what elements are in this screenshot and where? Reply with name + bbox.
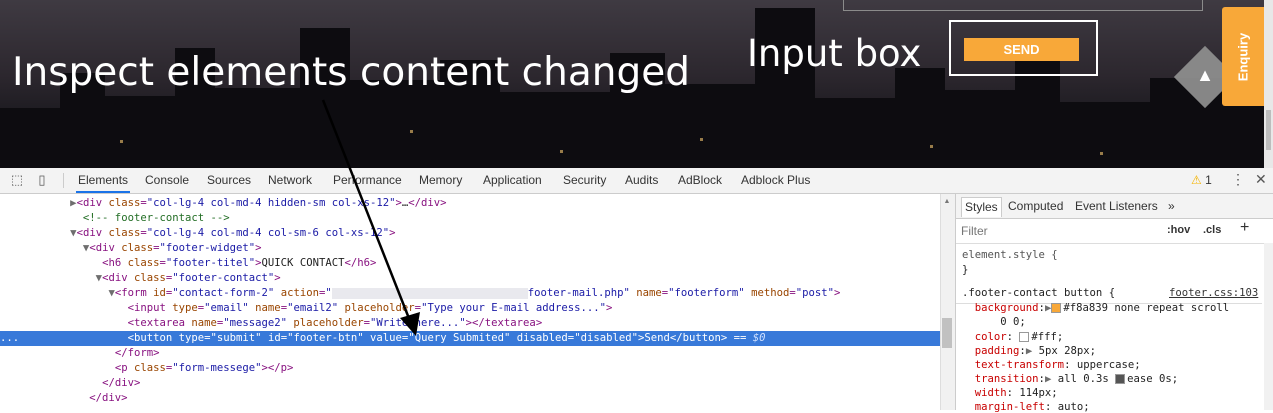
tab-elements[interactable]: Elements [76,168,131,193]
lit-window [930,145,933,148]
skyline-building [895,68,945,168]
styles-scrollbar[interactable] [1264,243,1273,410]
css-property[interactable]: background:▶ #f8a839 none repeat scroll [962,302,1229,314]
skyline-building [105,96,175,168]
skyline-building [0,108,60,168]
dom-node[interactable]: ▼<form id="contact-form-2" action=" foote… [0,286,940,301]
add-rule-icon[interactable]: + [1240,219,1249,237]
chevron-up-icon[interactable]: ▲ [1194,62,1216,88]
dom-node[interactable]: </form> [0,346,940,361]
skyline-building [665,84,755,168]
css-property[interactable]: color: #fff; [962,331,1064,343]
tab-console[interactable]: Console [143,168,191,193]
color-swatch[interactable] [1019,332,1030,342]
skyline-building [1060,102,1150,168]
styles-filter-input[interactable] [961,224,1111,238]
more-tabs-icon[interactable]: » [1165,197,1178,216]
device-toggle-icon[interactable]: ▯ [35,173,49,187]
tab-adblock-plus[interactable]: Adblock Plus [739,168,812,193]
styles-pane: Styles Computed Event Listeners » :hov .… [955,194,1273,413]
more-options-icon[interactable]: ⋮ [1231,171,1245,188]
dom-node[interactable]: </div> [0,376,940,391]
tab-computed[interactable]: Computed [1005,197,1066,216]
dom-tree-scrollbar[interactable] [940,194,955,410]
message-textarea[interactable] [843,0,1203,11]
css-property[interactable]: width: 114px; [962,387,1058,399]
styles-tabbar: Styles Computed Event Listeners » [956,194,1273,219]
dom-node[interactable]: ▼<div class="col-lg-4 col-md-4 col-sm-6 … [0,226,940,241]
dom-node[interactable]: <input type="email" name="email2" placeh… [0,301,940,316]
easing-icon[interactable] [1115,374,1126,384]
dom-node[interactable]: ▶<div class="col-lg-4 col-md-4 hidden-sm… [0,196,940,211]
dom-node[interactable]: ▼<div class="footer-contact"> [0,271,940,286]
skyline-building [815,98,895,168]
dom-node[interactable]: </div> [0,391,940,406]
color-swatch[interactable] [1051,303,1062,313]
dom-comment[interactable]: <!-- footer-contact --> [0,211,940,226]
rule-selector[interactable]: .footer-contact button { [962,287,1115,299]
rule-source-link[interactable]: footer.css:103 [1169,287,1258,299]
lit-window [560,150,563,153]
enquiry-tab-label: Enquiry [1235,32,1251,82]
scroll-up-icon[interactable]: ▲ [942,198,952,205]
skyline-building [945,90,1015,168]
css-property[interactable]: text-transform: uppercase; [962,359,1141,371]
dom-tree[interactable]: ▶<div class="col-lg-4 col-md-4 hidden-sm… [0,194,940,410]
lit-window [120,140,123,143]
dom-node[interactable]: ▼<div class="footer-widget"> [0,241,940,256]
tab-audits[interactable]: Audits [623,168,660,193]
warning-indicator[interactable]: ⚠ 1 [1191,173,1212,187]
lit-window [700,138,703,141]
css-property[interactable]: transition:▶ all 0.3s ease 0s; [962,373,1178,385]
selected-node-ellipsis: ... [0,332,20,344]
dom-tree-scrollbar-thumb[interactable] [942,318,952,348]
toolbar-divider [63,173,64,188]
close-icon[interactable]: ✕ [1255,171,1267,188]
class-toggle[interactable]: .cls [1203,224,1221,236]
tab-performance[interactable]: Performance [331,168,404,193]
enquiry-tab[interactable]: Enquiry [1222,7,1264,106]
tab-security[interactable]: Security [561,168,608,193]
warning-count: 1 [1205,173,1212,187]
dom-node[interactable]: <p class="form-messege"></p> [0,361,940,376]
website-viewport: SEND Inspect elements content changed In… [0,0,1273,168]
css-property[interactable]: padding:▶ 5px 28px; [962,345,1096,357]
element-style-close: } [962,264,969,276]
tab-event-listeners[interactable]: Event Listeners [1072,197,1161,216]
skyline-building [300,28,350,168]
devtools-panel: ⬚ ▯ Elements Console Sources Network Per… [0,168,1273,413]
page-scrollbar-thumb[interactable] [1266,110,1271,150]
redacted-url [331,287,528,299]
send-button[interactable]: SEND [964,38,1079,61]
warning-icon: ⚠ [1191,173,1202,187]
styles-filter-row: :hov .cls + [956,219,1273,244]
skyline-building [500,92,610,168]
tab-sources[interactable]: Sources [205,168,253,193]
lit-window [1100,152,1103,155]
dom-node[interactable]: <textarea name="message2" placeholder="W… [0,316,940,331]
lit-window [410,130,413,133]
css-property[interactable]: margin-left: auto; [962,401,1090,413]
tab-network[interactable]: Network [266,168,314,193]
css-property-continued[interactable]: 0 0; [962,316,1026,328]
hover-state-toggle[interactable]: :hov [1167,224,1190,236]
main-annotation-caption: Inspect elements content changed [12,50,690,95]
dom-node[interactable]: <h6 class="footer-titel">QUICK CONTACT</… [0,256,940,271]
dom-node-selected[interactable]: ... <button type="submit" id="footer-btn… [0,331,940,346]
devtools-toolbar: ⬚ ▯ Elements Console Sources Network Per… [0,168,1273,194]
input-box-caption: Input box [747,32,922,75]
tab-styles[interactable]: Styles [961,197,1002,217]
tab-adblock[interactable]: AdBlock [676,168,724,193]
tab-application[interactable]: Application [481,168,544,193]
element-style-selector[interactable]: element.style { [962,249,1058,261]
skyline-building [215,88,300,168]
inspect-cursor-icon[interactable]: ⬚ [10,173,24,187]
tab-memory[interactable]: Memory [417,168,464,193]
